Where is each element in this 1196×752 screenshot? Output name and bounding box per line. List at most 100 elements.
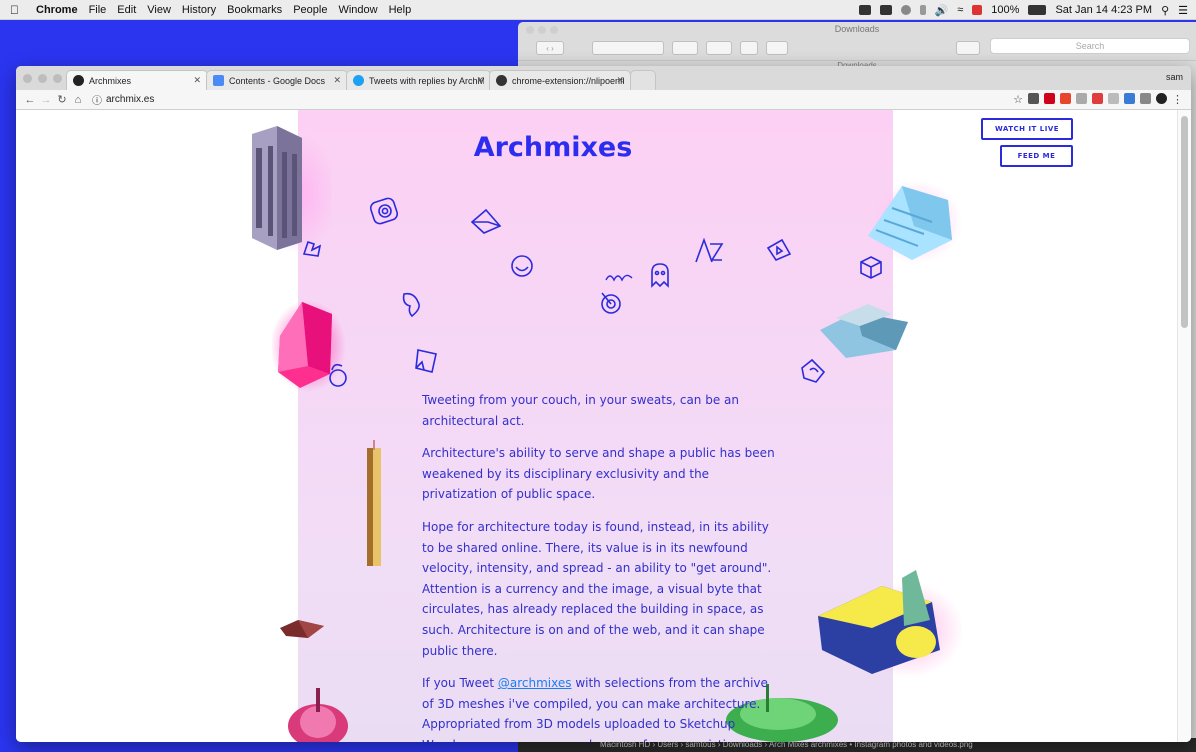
extension-icon[interactable] xyxy=(1060,93,1071,104)
zoom-window-icon[interactable] xyxy=(53,74,62,83)
paragraph-4: If you Tweet @archmixes with selections … xyxy=(422,673,782,742)
fist-glyph-icon xyxy=(329,363,347,387)
url-text[interactable]: archmix.es xyxy=(106,94,154,105)
envelope-glyph-icon xyxy=(470,208,502,234)
menu-bar-status-area: 🔊 ≈ 100% Sat Jan 14 4:23 PM ⚲ ☰ xyxy=(858,0,1188,20)
pinterest-icon[interactable] xyxy=(1044,93,1055,104)
tab-archmixes[interactable]: Archmixes ✕ xyxy=(66,70,208,90)
tab-strip: Archmixes ✕ Contents - Google Docs ✕ Twe… xyxy=(16,66,1191,90)
finder-minimize-icon[interactable] xyxy=(538,26,546,34)
google-docs-favicon-icon xyxy=(213,75,224,86)
screen-share-icon[interactable] xyxy=(858,5,871,15)
chrome-menu-icon[interactable]: ⋮ xyxy=(1172,93,1183,106)
page-title: Archmixes xyxy=(473,132,633,163)
finder-share-button[interactable] xyxy=(740,41,758,55)
tag-glyph-icon xyxy=(801,358,826,383)
extension-icon[interactable] xyxy=(1124,93,1135,104)
paragraph-1: Tweeting from your couch, in your sweats… xyxy=(422,393,739,428)
volume-icon[interactable]: 🔊 xyxy=(935,4,949,17)
wifi-icon[interactable]: ≈ xyxy=(957,4,963,16)
small-debris-model xyxy=(280,620,324,638)
extension-icon[interactable] xyxy=(1092,93,1103,104)
camera-glyph-icon xyxy=(369,197,399,225)
menu-people[interactable]: People xyxy=(293,4,327,16)
tab-close-icon[interactable]: ✕ xyxy=(616,75,624,86)
back-icon[interactable]: ← xyxy=(22,94,38,106)
red-dome-model xyxy=(288,688,348,742)
macos-menu-bar:  Chrome File Edit View History Bookmark… xyxy=(0,0,1196,20)
tab-close-icon[interactable]: ✕ xyxy=(476,75,484,86)
target-glyph-icon xyxy=(601,292,621,314)
webpage: Archmixes WATCH IT LIVE FEED ME Tweeting… xyxy=(16,110,1191,742)
finder-close-icon[interactable] xyxy=(526,26,534,34)
finder-tag-button[interactable] xyxy=(766,41,788,55)
tab-label: chrome-extension://nlipoenfbl xyxy=(512,75,624,86)
scribble-glyph-icon xyxy=(605,274,633,282)
bluetooth-icon[interactable] xyxy=(919,5,926,15)
tab-label: Tweets with replies by ArchMi xyxy=(369,75,484,86)
cube-glyph-icon xyxy=(860,256,882,279)
vertical-scrollbar[interactable] xyxy=(1177,110,1191,742)
play-glyph-icon xyxy=(766,238,792,261)
menu-edit[interactable]: Edit xyxy=(117,4,136,16)
battery-icon[interactable] xyxy=(1028,5,1047,15)
archmixes-twitter-link[interactable]: @archmixes xyxy=(498,676,572,690)
flag-icon[interactable] xyxy=(972,5,983,15)
profile-name[interactable]: sam xyxy=(1166,72,1183,82)
tab-close-icon[interactable]: ✕ xyxy=(333,75,341,86)
close-window-icon[interactable] xyxy=(23,74,32,83)
tab-twitter[interactable]: Tweets with replies by ArchMi ✕ xyxy=(346,70,491,90)
omnibox[interactable]: ⓘ archmix.es xyxy=(92,92,154,107)
tab-chrome-extension[interactable]: chrome-extension://nlipoenfbl ✕ xyxy=(489,70,631,90)
paragraph-2: Architecture's ability to serve and shap… xyxy=(422,446,775,502)
finder-back-forward-button[interactable]: ‹ › xyxy=(536,41,564,55)
finder-search-field[interactable]: Search xyxy=(990,38,1190,54)
profile-avatar[interactable] xyxy=(1156,93,1167,104)
tab-close-icon[interactable]: ✕ xyxy=(193,75,201,86)
chrome-window: Archmixes ✕ Contents - Google Docs ✕ Twe… xyxy=(16,66,1191,742)
scrollbar-thumb[interactable] xyxy=(1181,116,1188,328)
bookmark-star-icon[interactable]: ☆ xyxy=(1013,93,1023,106)
finder-arrange-button[interactable] xyxy=(672,41,698,55)
menu-bookmarks[interactable]: Bookmarks xyxy=(227,4,282,16)
menu-app-chrome[interactable]: Chrome xyxy=(36,4,78,16)
new-tab-button[interactable] xyxy=(630,70,656,90)
battery-percent: 100% xyxy=(991,4,1020,16)
extension-icon[interactable] xyxy=(1028,93,1039,104)
info-icon[interactable]: ⓘ xyxy=(92,92,102,107)
note-glyph-icon xyxy=(415,349,437,373)
menu-window[interactable]: Window xyxy=(338,4,377,16)
paragraph-3: Hope for architecture today is found, in… xyxy=(422,519,772,658)
spotlight-icon[interactable]: ⚲ xyxy=(1161,4,1169,17)
finder-zoom-icon[interactable] xyxy=(550,26,558,34)
forward-icon[interactable]: → xyxy=(38,94,54,106)
menu-file[interactable]: File xyxy=(89,4,107,16)
feed-me-button[interactable]: FEED ME xyxy=(1000,145,1073,167)
bird-glyph-icon xyxy=(402,292,420,318)
time-machine-icon[interactable] xyxy=(900,5,911,15)
watch-it-live-button[interactable]: WATCH IT LIVE xyxy=(981,118,1073,140)
menu-help[interactable]: Help xyxy=(389,4,412,16)
home-icon[interactable]: ⌂ xyxy=(70,94,86,106)
apple-menu-icon[interactable]:  xyxy=(10,3,24,17)
extension-icon[interactable] xyxy=(1108,93,1119,104)
finder-dropbox-button[interactable] xyxy=(956,41,980,55)
extension-icon[interactable] xyxy=(1076,93,1087,104)
clock[interactable]: Sat Jan 14 4:23 PM xyxy=(1055,4,1152,16)
notification-center-icon[interactable]: ☰ xyxy=(1178,4,1188,17)
reload-icon[interactable]: ↻ xyxy=(54,93,70,106)
drive-icon[interactable] xyxy=(879,5,892,15)
letters-glyph-icon xyxy=(695,237,724,263)
finder-traffic-lights xyxy=(526,26,558,34)
tab-google-docs[interactable]: Contents - Google Docs ✕ xyxy=(206,70,348,90)
archmixes-favicon-icon xyxy=(73,75,84,86)
menu-history[interactable]: History xyxy=(182,4,216,16)
chrome-traffic-lights xyxy=(23,74,62,83)
finder-view-buttons[interactable] xyxy=(592,41,664,55)
minimize-window-icon[interactable] xyxy=(38,74,47,83)
extension-icon[interactable] xyxy=(1140,93,1151,104)
finder-title: Downloads xyxy=(834,24,880,34)
hand-glyph-icon xyxy=(302,240,322,257)
menu-view[interactable]: View xyxy=(147,4,171,16)
finder-action-button[interactable] xyxy=(706,41,732,55)
